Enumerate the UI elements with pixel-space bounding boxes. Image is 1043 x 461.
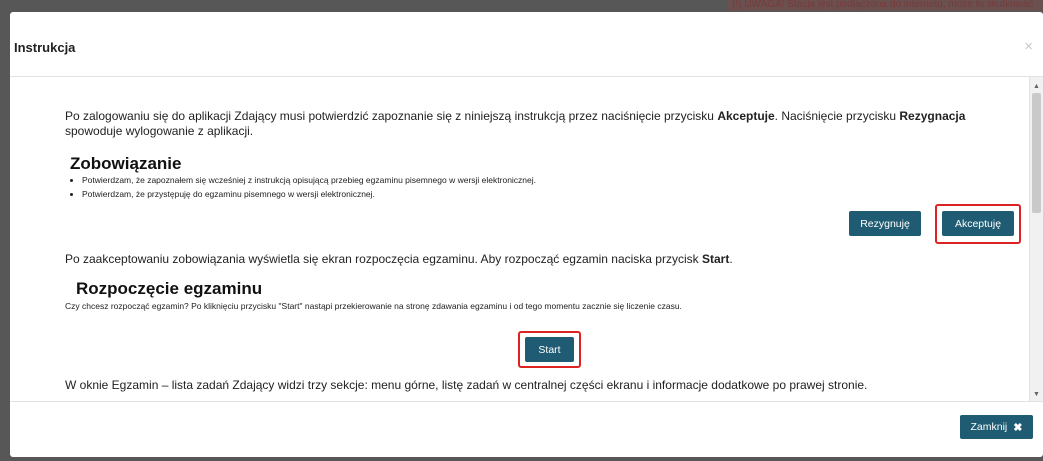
modal-scrollbar[interactable]: ▲ ▼ (1029, 77, 1043, 401)
commitment-list: Potwierdzam, że zapoznałem się wcześniej… (68, 173, 782, 201)
after-accept-paragraph: Po zaakceptowaniu zobowiązania wyświetla… (65, 252, 733, 266)
resign-button[interactable]: Rezygnuję (849, 211, 921, 236)
close-icon: ✖ (1013, 421, 1023, 434)
modal-header: Instrukcja × (10, 12, 1043, 77)
modal-body[interactable]: Po zalogowaniu się do aplikacji Zdający … (10, 77, 1043, 402)
scroll-down-icon[interactable]: ▼ (1033, 391, 1040, 398)
close-button[interactable]: Zamknij ✖ (960, 415, 1033, 439)
modal-title: Instrukcja (14, 40, 76, 55)
start-question-text: Czy chcesz rozpocząć egzamin? Po kliknię… (65, 301, 682, 311)
start-button[interactable]: Start (525, 337, 574, 362)
close-button-label: Zamknij (970, 421, 1008, 433)
start-heading: Rozpoczęcie egzaminu (76, 279, 263, 298)
scroll-up-icon[interactable]: ▲ (1033, 83, 1040, 90)
scroll-thumb[interactable] (1032, 93, 1041, 213)
intro-paragraph: Po zalogowaniu się do aplikacji Zdający … (65, 109, 966, 138)
accept-button[interactable]: Akceptuję (942, 211, 1014, 236)
commitment-item: Potwierdzam, że zapoznałem się wcześniej… (82, 173, 782, 187)
instruction-modal: Instrukcja × Po zalogowaniu się do aplik… (10, 12, 1043, 457)
window-description: W oknie Egzamin – lista zadań Zdający wi… (65, 378, 868, 392)
commitment-heading: Zobowiązanie (70, 154, 182, 173)
close-icon[interactable]: × (1024, 38, 1033, 55)
internet-warning-text: (!) UWAGA! Stacja jest podłączona do int… (728, 0, 1043, 11)
modal-footer: Zamknij ✖ (10, 402, 1043, 457)
commitment-item: Potwierdzam, że przystępuję do egzaminu … (82, 187, 782, 201)
